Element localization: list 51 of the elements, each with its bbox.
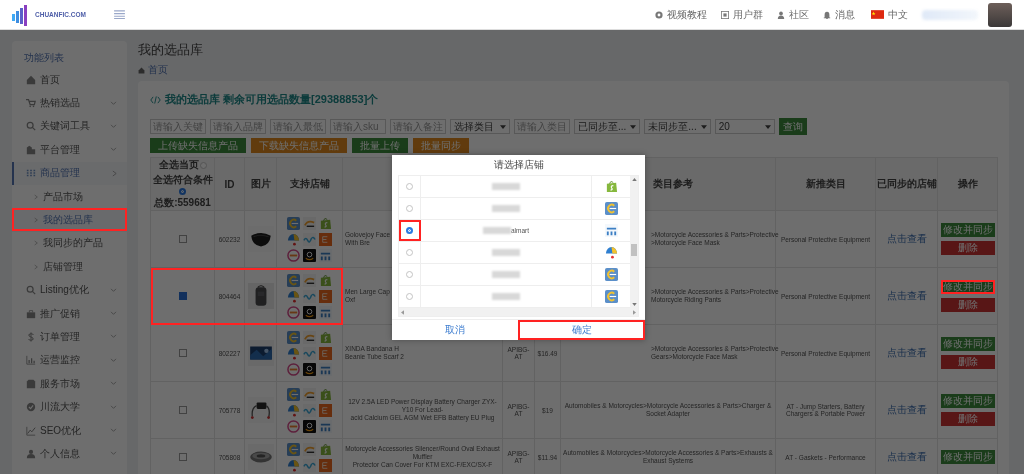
- cancel-button[interactable]: 取消: [392, 320, 518, 340]
- edit-sync-button[interactable]: 修改并同步: [940, 223, 995, 237]
- language-label[interactable]: 中文: [888, 7, 908, 22]
- column-header: ID: [224, 178, 235, 190]
- sidebar-item[interactable]: SEO优化: [12, 418, 127, 443]
- sidebar-item[interactable]: 服务市场: [12, 372, 127, 396]
- view-link[interactable]: 点击查看: [886, 233, 927, 244]
- sidebar-item[interactable]: 运营监控: [12, 348, 127, 373]
- edit-sync-button[interactable]: 修改并同步: [940, 394, 995, 408]
- delete-button[interactable]: 删除: [940, 412, 995, 426]
- sidebar-item[interactable]: Listing优化: [12, 278, 127, 302]
- delete-button[interactable]: 删除: [940, 355, 995, 369]
- edit-sync-button[interactable]: 修改并同步: [940, 450, 995, 464]
- edit-sync-button[interactable]: 修改并同步: [940, 337, 995, 351]
- dialog-title: 请选择店铺: [492, 158, 545, 172]
- view-link[interactable]: 点击查看: [886, 290, 927, 301]
- total-count: 总数:559681: [154, 196, 211, 210]
- nav-link[interactable]: 用户群: [721, 7, 763, 22]
- delete-button[interactable]: 删除: [940, 241, 995, 255]
- column-header: 新推类目: [805, 178, 846, 189]
- sidebar-subitem[interactable]: 店铺管理: [12, 255, 127, 279]
- page-title: 我的选品库: [138, 41, 204, 59]
- filter-dropdown[interactable]: 选择类目: [450, 119, 510, 134]
- nav-link[interactable]: 消息: [823, 7, 855, 22]
- sidebar-item[interactable]: 首页: [12, 68, 127, 92]
- nav-link[interactable]: 视频教程: [655, 7, 707, 22]
- column-header: 图片: [250, 178, 271, 189]
- sidebar-item[interactable]: 平台管理: [12, 138, 127, 162]
- column-header: 支持店铺: [289, 178, 330, 189]
- filter-dropdown[interactable]: 已同步至...: [574, 119, 641, 134]
- view-link[interactable]: 点击查看: [886, 451, 927, 462]
- action-button[interactable]: 下载缺失信息产品: [251, 138, 347, 153]
- delete-button[interactable]: 删除: [940, 298, 995, 312]
- filter-dropdown[interactable]: 未同步至...: [644, 119, 711, 134]
- sidebar-item[interactable]: 订单管理: [12, 325, 127, 349]
- nav-link[interactable]: 社区: [777, 7, 809, 22]
- breadcrumb-link[interactable]: 首页: [148, 63, 168, 77]
- query-button[interactable]: 查询: [778, 118, 807, 135]
- action-button[interactable]: 批量同步: [413, 138, 469, 153]
- radio-option[interactable]: 全选当页: [158, 158, 207, 172]
- column-header: 已同步的店铺: [876, 178, 937, 189]
- view-link[interactable]: 点击查看: [886, 404, 927, 415]
- column-header: 类目参考: [653, 178, 693, 189]
- card-heading: 我的选品库 剩余可用选品数量[29388853]个: [165, 92, 379, 107]
- column-header: 操作: [957, 178, 978, 189]
- sidebar-item[interactable]: 川流大学: [12, 395, 127, 419]
- sidebar-title: 功能列表: [23, 51, 65, 65]
- radio-option[interactable]: 全选符合条件: [152, 173, 213, 187]
- sidebar-item[interactable]: 推广促销: [12, 301, 127, 326]
- filter-dropdown[interactable]: 20: [714, 119, 775, 134]
- view-link[interactable]: 点击查看: [886, 347, 927, 358]
